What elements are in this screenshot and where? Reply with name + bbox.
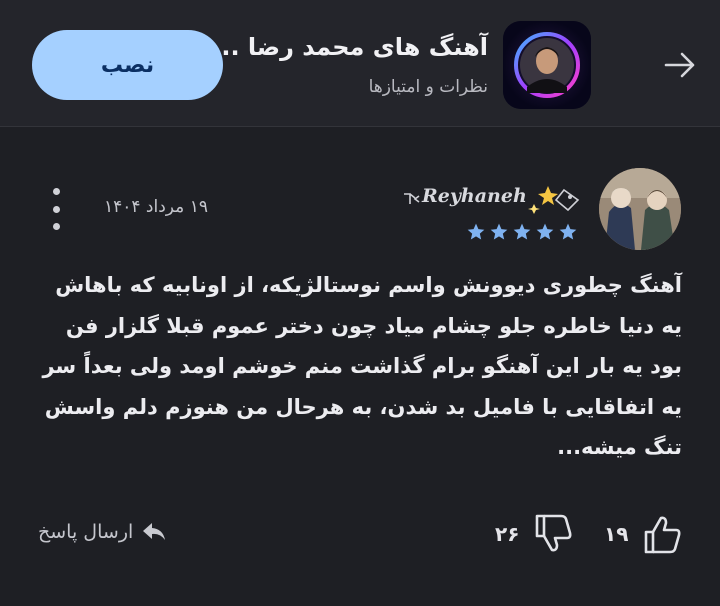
rating-stars — [466, 222, 578, 244]
star-icon — [559, 223, 577, 240]
thumb-down-icon — [536, 514, 572, 552]
back-arrow-icon[interactable] — [662, 47, 698, 83]
tag-icon — [554, 188, 580, 212]
star-icon — [490, 223, 508, 240]
review-date: ۱۹ مرداد ۱۴۰۴ — [104, 197, 208, 217]
thumb-up-icon — [645, 516, 681, 554]
star-icon — [467, 223, 485, 240]
review-username: Reyhaneh — [400, 180, 586, 214]
dislike-count: ۲۶ — [495, 522, 520, 546]
like-count: ۱۹ — [604, 522, 629, 546]
sparkle-icon — [538, 186, 558, 205]
star-icon — [536, 223, 554, 240]
app-title: آهنگ های محمد رضا ... — [212, 33, 488, 61]
more-vert-icon[interactable] — [48, 188, 64, 230]
reply-button[interactable]: ارسال پاسخ — [38, 520, 167, 544]
reply-arrow-icon — [143, 523, 166, 540]
page-subtitle: نظرات و امتیازها — [368, 77, 488, 97]
review-text: آهنگ چطوری دیوونش واسم نوستالژیکه، از او… — [42, 273, 682, 459]
like-button[interactable]: ۱۹ — [604, 512, 684, 556]
avatar[interactable] — [599, 168, 681, 250]
username-text: Reyhaneh — [421, 185, 527, 207]
dislike-button[interactable]: ۲۶ — [495, 512, 575, 556]
star-icon — [513, 223, 531, 240]
install-button[interactable]: نصب — [32, 30, 223, 100]
app-header: آهنگ های محمد رضا ... نظرات و امتیازها ن… — [0, 0, 720, 127]
reply-label: ارسال پاسخ — [38, 521, 134, 543]
app-icon[interactable] — [503, 21, 591, 109]
